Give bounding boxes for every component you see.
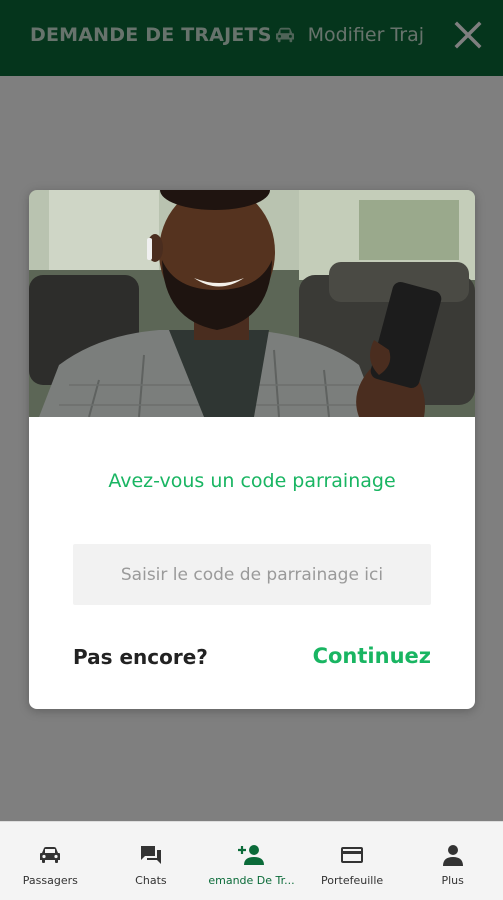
continue-button[interactable]: Continuez <box>313 644 431 668</box>
person-icon <box>441 842 465 868</box>
wallet-icon <box>339 842 365 868</box>
nav-item-chats[interactable]: Chats <box>101 822 202 900</box>
referral-code-dialog: Avez-vous un code parrainage Pas encore?… <box>29 190 475 709</box>
nav-label: emande De Tr... <box>208 874 295 887</box>
chat-icon <box>139 842 163 868</box>
nav-item-portefeuille[interactable]: Portefeuille <box>302 822 403 900</box>
nav-label: Plus <box>441 874 464 887</box>
dialog-title: Avez-vous un code parrainage <box>108 470 396 492</box>
nav-label: Portefeuille <box>321 874 384 887</box>
nav-label: Passagers <box>22 874 78 887</box>
dialog-header-photo <box>29 190 475 417</box>
not-yet-button[interactable]: Pas encore? <box>73 645 208 669</box>
add-person-icon <box>237 842 265 868</box>
nav-item-plus[interactable]: Plus <box>402 822 503 900</box>
nav-label: Chats <box>135 874 167 887</box>
nav-item-passagers[interactable]: Passagers <box>0 822 101 900</box>
nav-item-demande-de-trajets[interactable]: emande De Tr... <box>201 822 302 900</box>
bottom-navigation: Passagers Chats emande De Tr... Portefeu… <box>0 821 503 900</box>
car-icon <box>38 842 62 868</box>
referral-code-input[interactable] <box>73 544 431 605</box>
